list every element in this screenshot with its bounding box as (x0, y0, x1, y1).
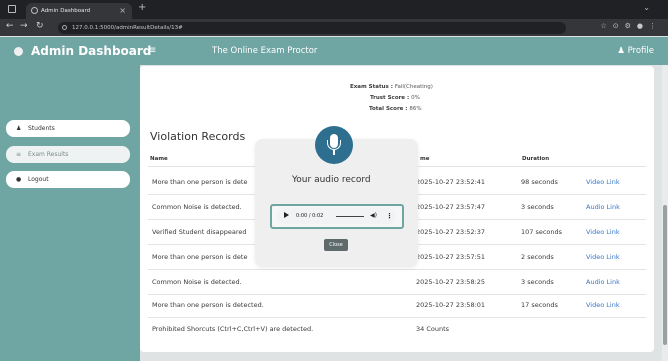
user-icon: ♟ (16, 125, 22, 132)
table-row-duration: 98 seconds (521, 178, 558, 186)
browser-toolbar: ← → ↻ 127.0.0.1:5000/adminResultDetails/… (0, 19, 668, 36)
video-link[interactable]: Video Link (586, 178, 620, 186)
browser-tabbar: Admin Dashboard × + ⌄ (0, 0, 668, 19)
exam-status: Exam Status : Fail(Cheating) (350, 84, 433, 90)
site-info-icon[interactable] (62, 25, 67, 30)
window-controls[interactable]: ⌄ (643, 3, 660, 12)
table-row-time: 2025-10-27 23:52:37 (416, 228, 486, 236)
table-row-time: 2025-10-27 23:52:41 (416, 178, 486, 186)
table-row-time: 2025-10-27 23:58:25 (416, 278, 486, 286)
reload-icon[interactable]: ↻ (36, 21, 44, 31)
page-scrollbar[interactable] (662, 65, 668, 361)
url-text: 127.0.0.1:5000/adminResultDetails/13# (72, 25, 183, 31)
column-header-duration: Duration (522, 156, 550, 162)
table-row-time: 34 Counts (416, 325, 450, 333)
table-row-time: 2025-10-27 23:57:51 (416, 253, 486, 261)
table-row-name: Common Noise is detected. (152, 278, 242, 286)
sidebar (0, 65, 140, 361)
profile-link[interactable]: ♟ Profile (617, 37, 654, 65)
app-header: Admin Dashboard ≡ The Online Exam Procto… (0, 37, 668, 65)
user-icon: ♟ (617, 46, 625, 56)
audio-progress-track[interactable] (336, 215, 364, 217)
browser-tab[interactable]: Admin Dashboard × (26, 3, 132, 19)
browser-actions[interactable]: ☆⊙⚙●⋮ (600, 22, 662, 30)
hamburger-menu-icon[interactable]: ≡ (148, 37, 156, 65)
brand[interactable]: Admin Dashboard (14, 37, 151, 65)
video-link[interactable]: Video Link (586, 301, 620, 309)
video-link[interactable]: Video Link (586, 228, 620, 236)
video-link[interactable]: Video Link (586, 253, 620, 261)
audio-player[interactable]: 0:00 / 0:02 ◀) ⋮ (276, 208, 396, 224)
table-row-duration: 17 seconds (521, 301, 558, 309)
sidebar-item-exam-results[interactable]: ≡ Exam Results (6, 146, 130, 163)
audio-link[interactable]: Audio Link (586, 278, 620, 286)
table-divider (148, 269, 646, 270)
table-row-name: Verified Student disappeared (152, 228, 247, 236)
table-row-name: Common Noise is detected. (152, 203, 242, 211)
table-row-name: More than one person is dete (152, 178, 248, 186)
modal-title: Your audio record (292, 175, 371, 185)
table-row-time: 2025-10-27 23:57:47 (416, 203, 486, 211)
brand-name: Admin Dashboard (31, 44, 152, 58)
address-bar[interactable]: 127.0.0.1:5000/adminResultDetails/13# (58, 22, 566, 34)
table-divider (148, 294, 646, 295)
table-row-time: 2025-10-27 23:58:01 (416, 301, 486, 309)
sidebar-item-label: Students (28, 125, 55, 132)
audio-link[interactable]: Audio Link (586, 203, 620, 211)
list-icon: ≡ (16, 151, 22, 158)
mic-arc (327, 140, 341, 150)
sidebar-item-logout[interactable]: ● Logout (6, 171, 130, 188)
table-row-duration: 2 seconds (521, 253, 554, 261)
table-row-name: More than one person is detected. (152, 301, 264, 309)
section-title: Violation Records (150, 130, 246, 143)
table-row-name: More than one person is dete (152, 253, 248, 261)
table-divider (148, 317, 646, 318)
table-row-duration: 107 seconds (521, 228, 563, 236)
tab-close-icon[interactable]: × (119, 3, 126, 19)
profile-label: Profile (627, 46, 654, 56)
sidebar-item-label: Exam Results (28, 151, 69, 158)
microphone-icon (315, 126, 353, 164)
sidebar-item-students[interactable]: ♟ Students (6, 120, 130, 137)
scrollbar-thumb[interactable] (663, 205, 667, 345)
forward-icon[interactable]: → (20, 21, 28, 31)
mic-stand (333, 150, 335, 155)
logout-icon: ● (16, 176, 22, 183)
total-score: Total Score : 86% (369, 106, 422, 112)
table-row-name: Prohibited Shorcuts (Ctrl+C,Ctrl+V) are … (152, 325, 314, 333)
header-title: The Online Exam Proctor (212, 46, 318, 56)
close-button[interactable]: Close (324, 239, 348, 251)
new-tab-icon[interactable]: + (138, 2, 146, 13)
tab-title: Admin Dashboard (41, 8, 91, 14)
window-icon[interactable] (8, 5, 16, 13)
table-row-duration: 3 seconds (521, 278, 554, 286)
sidebar-item-label: Logout (28, 176, 49, 183)
column-header-time: me (420, 156, 430, 162)
more-options-icon[interactable]: ⋮ (386, 208, 393, 224)
play-icon[interactable] (284, 212, 289, 218)
brand-logo-icon (14, 47, 23, 56)
audio-time: 0:00 / 0:02 (296, 213, 324, 219)
volume-icon[interactable]: ◀) (370, 208, 377, 224)
tab-favicon-icon (31, 7, 38, 14)
back-icon[interactable]: ← (6, 21, 14, 31)
trust-score: Trust Score : 0% (370, 95, 420, 101)
column-header-name: Name (150, 156, 168, 162)
table-row-duration: 3 seconds (521, 203, 554, 211)
